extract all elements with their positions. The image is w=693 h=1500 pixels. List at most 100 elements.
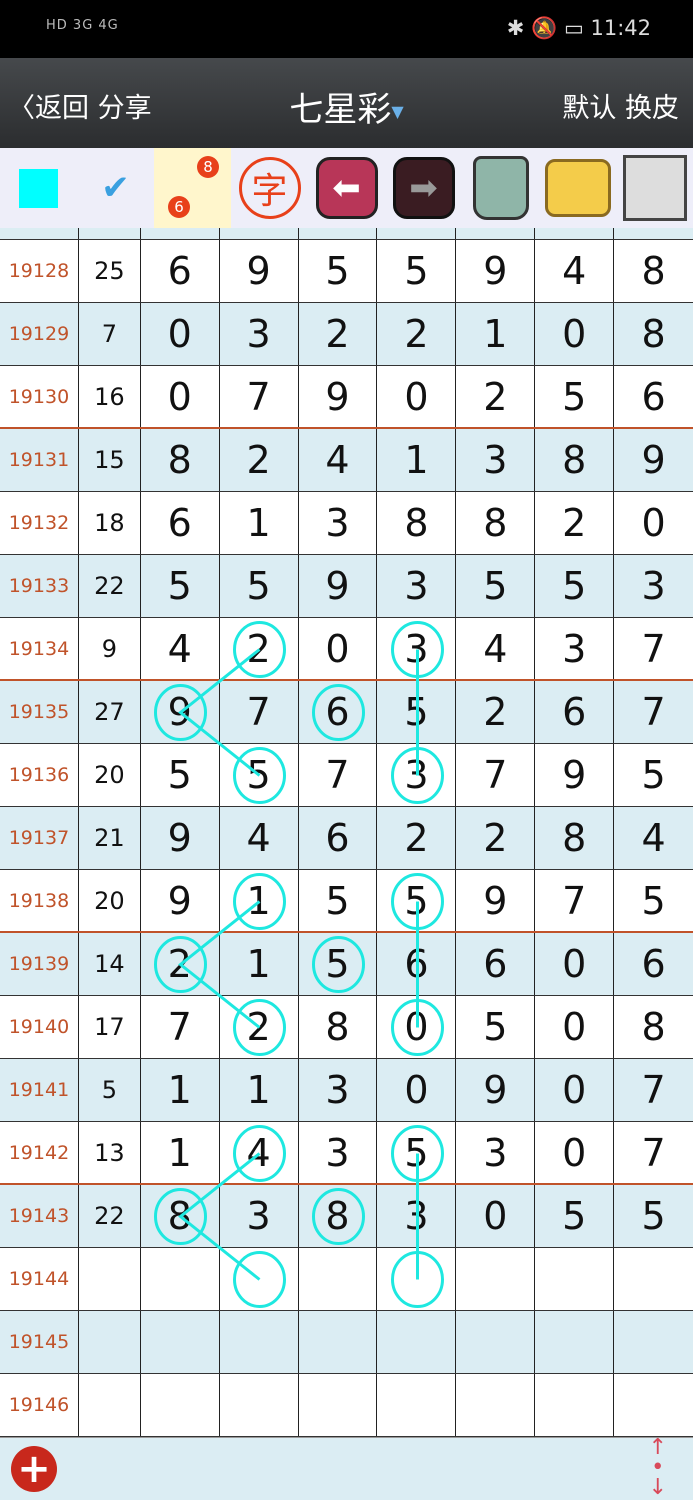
digit-cell[interactable] (141, 1311, 220, 1373)
digit-cell[interactable]: 5 (377, 240, 457, 302)
digit-cell[interactable]: 2 (535, 492, 615, 554)
digit-cell[interactable] (220, 1248, 299, 1310)
digit-cell[interactable]: 0 (377, 1059, 457, 1121)
digit-cell[interactable]: 0 (141, 303, 220, 365)
digit-cell[interactable]: 6 (299, 807, 378, 869)
table-row[interactable]: 19135 27 9 7 6 5 2 6 7 (0, 681, 693, 744)
digit-cell[interactable]: 6 (456, 933, 536, 995)
digit-cell[interactable]: 9 (141, 681, 220, 743)
digit-cell[interactable]: 1 (220, 870, 299, 931)
digit-cell[interactable]: 4 (220, 807, 299, 869)
table-row[interactable]: 19143 22 8 3 8 3 0 5 5 (0, 1185, 693, 1248)
skin-button[interactable]: 换皮 (625, 93, 679, 124)
arrow-right-icon[interactable]: ➡ (385, 148, 462, 228)
digit-cell[interactable]: 6 (141, 492, 220, 554)
digit-cell[interactable]: 2 (456, 366, 536, 427)
digit-cell[interactable] (141, 1374, 220, 1436)
digit-cell[interactable]: 5 (614, 1185, 693, 1247)
digit-cell[interactable] (535, 1374, 615, 1436)
digit-cell[interactable]: 9 (456, 240, 536, 302)
digit-cell[interactable]: 6 (141, 240, 220, 302)
table-row[interactable]: 19146 (0, 1374, 693, 1437)
digit-cell[interactable]: 5 (377, 1122, 457, 1183)
digit-cell[interactable]: 9 (299, 366, 378, 427)
digit-cell[interactable]: 5 (614, 870, 693, 931)
digit-cell[interactable] (220, 1374, 299, 1436)
digit-cell[interactable]: 8 (614, 303, 693, 365)
digit-cell[interactable]: 1 (377, 429, 457, 491)
link-numbers-icon[interactable]: 6 8 (154, 148, 231, 228)
digit-cell[interactable]: 3 (535, 618, 615, 679)
digit-cell[interactable]: 5 (456, 555, 536, 617)
digit-cell[interactable]: 3 (377, 555, 457, 617)
digit-cell[interactable]: 2 (299, 303, 378, 365)
table-row[interactable]: 19142 13 1 4 3 5 3 0 7 (0, 1122, 693, 1185)
digit-cell[interactable]: 9 (535, 744, 615, 806)
digit-cell[interactable]: 3 (377, 1185, 457, 1247)
digit-cell[interactable]: 5 (377, 870, 457, 931)
table-row[interactable]: 19140 17 7 2 8 0 5 0 8 (0, 996, 693, 1059)
digit-cell[interactable]: 1 (220, 933, 299, 995)
table-row[interactable]: 19132 18 6 1 3 8 8 2 0 (0, 492, 693, 555)
digit-cell[interactable]: 9 (614, 429, 693, 491)
digit-cell[interactable]: 6 (614, 366, 693, 427)
digit-cell[interactable]: 5 (299, 240, 378, 302)
up-down-arrows-icon[interactable]: ↑ • ↓ (649, 1437, 667, 1499)
digit-cell[interactable]: 8 (141, 1185, 220, 1247)
digit-cell[interactable]: 1 (141, 1122, 220, 1183)
digit-cell[interactable]: 2 (377, 807, 457, 869)
digit-cell[interactable]: 6 (299, 681, 378, 743)
zi-icon[interactable]: 字 (231, 148, 308, 228)
digit-cell[interactable]: 9 (141, 870, 220, 931)
digit-cell[interactable]: 8 (614, 240, 693, 302)
digit-cell[interactable]: 3 (377, 618, 457, 679)
digit-cell[interactable]: 7 (614, 1059, 693, 1121)
digit-cell[interactable]: 5 (456, 996, 536, 1058)
digit-cell[interactable]: 7 (456, 744, 536, 806)
digit-cell[interactable]: 3 (614, 555, 693, 617)
digit-cell[interactable]: 9 (456, 870, 536, 931)
digit-cell[interactable]: 5 (377, 681, 457, 743)
table-row[interactable]: 19136 20 5 5 7 3 7 9 5 (0, 744, 693, 807)
digit-cell[interactable]: 8 (141, 429, 220, 491)
digit-cell[interactable]: 8 (456, 492, 536, 554)
digit-cell[interactable]: 8 (377, 492, 457, 554)
digit-cell[interactable] (614, 1374, 693, 1436)
digit-cell[interactable]: 5 (220, 744, 299, 806)
digit-cell[interactable]: 3 (456, 1122, 536, 1183)
photo-folder-icon[interactable] (539, 148, 616, 228)
table-row[interactable]: 19145 (0, 1311, 693, 1374)
digit-cell[interactable] (456, 1248, 536, 1310)
digit-cell[interactable]: 3 (220, 1185, 299, 1247)
digit-cell[interactable]: 9 (299, 555, 378, 617)
digit-cell[interactable]: 5 (141, 555, 220, 617)
digit-cell[interactable]: 8 (535, 807, 615, 869)
digit-cell[interactable]: 0 (535, 303, 615, 365)
digit-cell[interactable]: 3 (299, 1122, 378, 1183)
digit-cell[interactable]: 2 (220, 429, 299, 491)
digit-cell[interactable]: 1 (220, 492, 299, 554)
trash-icon[interactable] (462, 148, 539, 228)
digit-cell[interactable]: 0 (535, 933, 615, 995)
table-row[interactable]: 19128 25 6 9 5 5 9 4 8 (0, 240, 693, 303)
digit-cell[interactable]: 2 (141, 933, 220, 995)
digit-cell[interactable]: 5 (535, 1185, 615, 1247)
digit-cell[interactable]: 1 (456, 303, 536, 365)
digit-cell[interactable]: 3 (220, 303, 299, 365)
digit-cell[interactable] (377, 1311, 457, 1373)
digit-cell[interactable]: 2 (456, 807, 536, 869)
digit-cell[interactable]: 0 (535, 1122, 615, 1183)
digit-cell[interactable]: 7 (141, 996, 220, 1058)
digit-cell[interactable] (535, 1248, 615, 1310)
digit-cell[interactable]: 9 (456, 1059, 536, 1121)
digit-cell[interactable] (377, 1248, 457, 1310)
digit-cell[interactable]: 2 (377, 303, 457, 365)
digit-cell[interactable] (299, 1248, 378, 1310)
table-row[interactable]: 19144 (0, 1248, 693, 1311)
digit-cell[interactable]: 4 (456, 618, 536, 679)
digit-cell[interactable]: 8 (299, 1185, 378, 1247)
digit-cell[interactable]: 5 (535, 366, 615, 427)
digit-cell[interactable] (377, 1374, 457, 1436)
digit-cell[interactable]: 7 (614, 618, 693, 679)
digit-cell[interactable] (456, 1311, 536, 1373)
